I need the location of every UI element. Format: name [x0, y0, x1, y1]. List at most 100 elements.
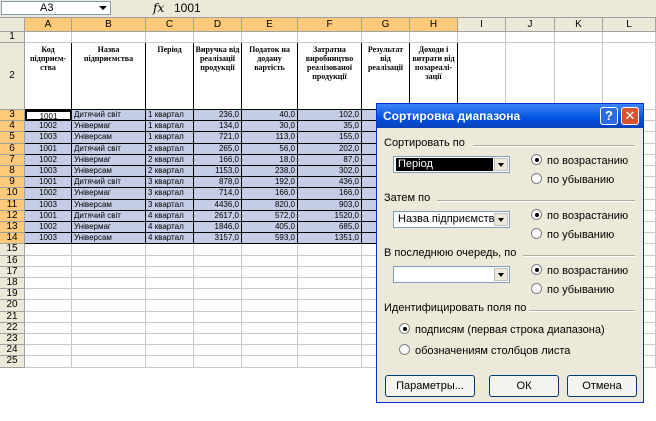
table-cell[interactable]: 4 квартал — [146, 233, 194, 245]
grid-cell[interactable] — [72, 334, 146, 346]
column-header[interactable]: F — [298, 18, 362, 32]
table-cell[interactable]: 18,0 — [242, 154, 298, 166]
table-cell[interactable]: Універмаг — [72, 222, 146, 234]
grid-cell[interactable] — [298, 255, 362, 267]
row-header[interactable]: 1 — [0, 32, 25, 43]
grid-cell[interactable] — [555, 43, 603, 110]
table-header-cell[interactable]: Виручка від реалізації продукції — [194, 43, 242, 110]
table-cell[interactable]: Дитячий світ — [72, 143, 146, 155]
table-cell[interactable]: 1002 — [25, 222, 72, 234]
grid-cell[interactable] — [242, 32, 298, 43]
grid-cell[interactable] — [25, 278, 72, 290]
table-cell[interactable]: 30,0 — [242, 121, 298, 133]
table-cell[interactable]: 238,0 — [242, 166, 298, 178]
table-header-cell[interactable]: Період — [146, 43, 194, 110]
table-cell[interactable]: Універсам — [72, 199, 146, 211]
table-cell[interactable]: 1846,0 — [194, 222, 242, 234]
grid-cell[interactable] — [410, 32, 458, 43]
select-all-corner[interactable] — [0, 18, 25, 32]
grid-cell[interactable] — [298, 334, 362, 346]
table-header-cell[interactable]: Назва підприємства — [72, 43, 146, 110]
table-cell[interactable]: 87,0 — [298, 154, 362, 166]
grid-cell[interactable] — [194, 334, 242, 346]
table-cell[interactable]: 1002 — [25, 121, 72, 133]
table-header-cell[interactable]: Податок на додану вартість — [242, 43, 298, 110]
table-cell[interactable]: 166,0 — [298, 188, 362, 200]
table-cell[interactable]: Універмаг — [72, 121, 146, 133]
active-cell[interactable]: 1001 — [25, 110, 72, 122]
column-header[interactable]: C — [146, 18, 194, 32]
grid-cell[interactable] — [194, 322, 242, 334]
table-cell[interactable]: 714,0 — [194, 188, 242, 200]
grid-cell[interactable] — [242, 255, 298, 267]
grid-cell[interactable] — [146, 244, 194, 256]
row-header[interactable]: 10 — [0, 188, 25, 200]
table-cell[interactable]: 1002 — [25, 154, 72, 166]
column-header[interactable]: A — [25, 18, 72, 32]
grid-cell[interactable] — [72, 32, 146, 43]
grid-cell[interactable] — [146, 334, 194, 346]
table-cell[interactable]: 1001 — [25, 143, 72, 155]
table-cell[interactable]: 436,0 — [298, 177, 362, 189]
table-cell[interactable]: 721,0 — [194, 132, 242, 144]
column-header[interactable]: L — [603, 18, 656, 32]
table-cell[interactable]: 1 квартал — [146, 110, 194, 122]
grid-cell[interactable] — [146, 311, 194, 323]
column-header[interactable]: B — [72, 18, 146, 32]
name-box[interactable]: A3 — [1, 1, 111, 15]
table-cell[interactable]: 2 квартал — [146, 166, 194, 178]
grid-cell[interactable] — [194, 244, 242, 256]
parameters-button[interactable]: Параметры... — [385, 375, 475, 397]
grid-cell[interactable] — [25, 266, 72, 278]
grid-cell[interactable] — [25, 255, 72, 267]
column-header[interactable]: G — [362, 18, 410, 32]
ok-button[interactable]: ОК — [489, 375, 559, 397]
table-header-cell[interactable]: Доходи і витрати від позареалі-зації — [410, 43, 458, 110]
grid-cell[interactable] — [146, 289, 194, 301]
grid-cell[interactable] — [603, 32, 656, 43]
table-cell[interactable]: 3 квартал — [146, 199, 194, 211]
table-cell[interactable]: 40,0 — [242, 110, 298, 122]
identify-by-labels-radio[interactable]: подписям (первая строка диапазона) — [399, 323, 605, 336]
table-cell[interactable]: Дитячий світ — [72, 177, 146, 189]
table-cell[interactable]: 1001 — [25, 210, 72, 222]
grid-cell[interactable] — [146, 356, 194, 368]
grid-cell[interactable] — [298, 32, 362, 43]
table-cell[interactable]: 56,0 — [242, 143, 298, 155]
column-header[interactable]: K — [555, 18, 603, 32]
grid-cell[interactable] — [194, 311, 242, 323]
grid-cell[interactable] — [298, 311, 362, 323]
grid-cell[interactable] — [242, 244, 298, 256]
table-cell[interactable]: Дитячий світ — [72, 210, 146, 222]
grid-cell[interactable] — [242, 289, 298, 301]
table-cell[interactable]: 202,0 — [298, 143, 362, 155]
grid-cell[interactable] — [146, 32, 194, 43]
grid-cell[interactable] — [72, 356, 146, 368]
then-by-desc-radio[interactable]: по убыванию — [531, 228, 614, 241]
chevron-down-icon[interactable] — [99, 6, 107, 10]
table-cell[interactable]: 265,0 — [194, 143, 242, 155]
grid-cell[interactable] — [194, 266, 242, 278]
grid-cell[interactable] — [298, 356, 362, 368]
grid-cell[interactable] — [242, 266, 298, 278]
table-cell[interactable]: 2617,0 — [194, 210, 242, 222]
table-cell[interactable]: 1002 — [25, 188, 72, 200]
table-cell[interactable]: 1003 — [25, 132, 72, 144]
sort-by-asc-radio[interactable]: по возрастанию — [531, 154, 628, 167]
grid-cell[interactable] — [72, 266, 146, 278]
grid-cell[interactable] — [298, 278, 362, 290]
table-cell[interactable]: 155,0 — [298, 132, 362, 144]
table-cell[interactable]: Універмаг — [72, 188, 146, 200]
grid-cell[interactable] — [242, 278, 298, 290]
grid-cell[interactable] — [458, 32, 506, 43]
column-header[interactable]: I — [458, 18, 506, 32]
grid-cell[interactable] — [146, 255, 194, 267]
function-icon[interactable]: fx — [153, 1, 164, 15]
table-cell[interactable]: 35,0 — [298, 121, 362, 133]
grid-cell[interactable] — [506, 43, 555, 110]
table-cell[interactable]: 820,0 — [242, 199, 298, 211]
grid-cell[interactable] — [72, 300, 146, 312]
chevron-down-icon[interactable] — [494, 213, 508, 226]
table-cell[interactable]: 1 квартал — [146, 121, 194, 133]
table-cell[interactable]: 4 квартал — [146, 222, 194, 234]
